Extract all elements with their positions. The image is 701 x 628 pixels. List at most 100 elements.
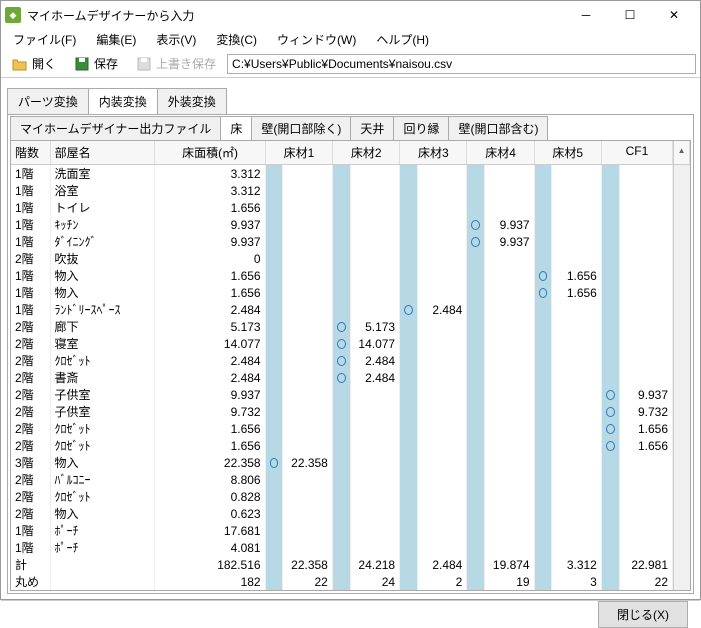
table-row[interactable]: 2階物入0.623 <box>11 505 690 522</box>
table-row[interactable]: 1階トイレ1.656 <box>11 199 690 216</box>
cell-mat2-value: 5.173 <box>351 318 400 335</box>
cell-mat5-value <box>552 437 601 454</box>
table-row[interactable]: 3階物入22.35822.358 <box>11 454 690 471</box>
table-row[interactable]: 2階子供室9.9379.937 <box>11 386 690 403</box>
close-button[interactable]: 閉じる(X) <box>598 601 688 628</box>
table-row[interactable]: 2階書斎2.4842.484 <box>11 369 690 386</box>
tab-wall-exclude[interactable]: 壁(開口部除く) <box>251 116 351 140</box>
save-button[interactable]: 保存 <box>67 52 125 75</box>
scroll-track[interactable] <box>673 437 690 454</box>
scroll-track[interactable] <box>673 233 690 250</box>
col-header-mat1[interactable]: 床材1 <box>266 141 333 164</box>
table-row[interactable]: 1階ｷｯﾁﾝ9.9379.937 <box>11 216 690 233</box>
tab-output[interactable]: マイホームデザイナー出力ファイル <box>10 116 221 140</box>
menu-view[interactable]: 表示(V) <box>148 29 204 50</box>
table-row[interactable]: 1階ﾗﾝﾄﾞﾘｰｽﾍﾟｰｽ2.4842.484 <box>11 301 690 318</box>
scroll-track[interactable] <box>673 420 690 437</box>
cell-cf-value <box>620 301 673 318</box>
scroll-track[interactable] <box>673 386 690 403</box>
col-header-mat4[interactable]: 床材4 <box>467 141 534 164</box>
col-header-mat3[interactable]: 床材3 <box>400 141 467 164</box>
cell-mat1-mark <box>266 318 284 335</box>
scroll-track[interactable] <box>673 539 690 556</box>
maximize-button[interactable]: ☐ <box>608 1 652 29</box>
cell-mat4-value <box>485 505 534 522</box>
scroll-track[interactable] <box>673 335 690 352</box>
tab-ceiling[interactable]: 天井 <box>350 116 394 140</box>
cell-floor: 1階 <box>11 522 51 539</box>
cell-cf-mark <box>602 539 620 556</box>
table-row[interactable]: 1階物入1.6561.656 <box>11 284 690 301</box>
scroll-track[interactable] <box>673 165 690 182</box>
scroll-track[interactable] <box>673 318 690 335</box>
table-row[interactable]: 2階ﾊﾞﾙｺﾆｰ8.806 <box>11 471 690 488</box>
scroll-track[interactable] <box>673 369 690 386</box>
menu-edit[interactable]: 編集(E) <box>88 29 144 50</box>
minimize-button[interactable]: ─ <box>564 1 608 29</box>
scroll-track[interactable] <box>673 199 690 216</box>
table-row[interactable]: 2階ｸﾛｾﾞｯﾄ0.828 <box>11 488 690 505</box>
tab-floor[interactable]: 床 <box>220 116 252 140</box>
table-row[interactable]: 2階廊下5.1735.173 <box>11 318 690 335</box>
scroll-track[interactable] <box>673 301 690 318</box>
menu-window[interactable]: ウィンドウ(W) <box>269 29 364 50</box>
scroll-track[interactable] <box>673 284 690 301</box>
scroll-track[interactable] <box>673 573 690 590</box>
scroll-track[interactable] <box>673 488 690 505</box>
tab-exterior[interactable]: 外装変換 <box>157 88 227 114</box>
table-row[interactable]: 2階ｸﾛｾﾞｯﾄ2.4842.484 <box>11 352 690 369</box>
scroll-up-button[interactable]: ▲ <box>673 141 690 164</box>
cell-room <box>51 573 156 590</box>
scroll-track[interactable] <box>673 182 690 199</box>
cell-cf-mark <box>602 250 620 267</box>
scroll-track[interactable] <box>673 556 690 573</box>
table-row[interactable]: 2階子供室9.7329.732 <box>11 403 690 420</box>
tab-parts[interactable]: パーツ変換 <box>7 88 89 114</box>
menu-file[interactable]: ファイル(F) <box>5 29 84 50</box>
scroll-track[interactable] <box>673 267 690 284</box>
tab-wall-include[interactable]: 壁(開口部含む) <box>448 116 548 140</box>
cell-room: ﾎﾟｰﾁ <box>51 539 156 556</box>
scroll-track[interactable] <box>673 454 690 471</box>
table-row[interactable]: 1階ﾎﾟｰﾁ17.681 <box>11 522 690 539</box>
table-row[interactable]: 1階ﾀﾞｲﾆﾝｸﾞ9.9379.937 <box>11 233 690 250</box>
tab-molding[interactable]: 回り縁 <box>393 116 449 140</box>
scroll-track[interactable] <box>673 352 690 369</box>
col-header-mat5[interactable]: 床材5 <box>535 141 602 164</box>
cell-mat2-value <box>351 284 400 301</box>
scroll-track[interactable] <box>673 471 690 488</box>
menu-convert[interactable]: 変換(C) <box>208 29 265 50</box>
table-row[interactable]: 1階浴室3.312 <box>11 182 690 199</box>
table-row[interactable]: 計182.51622.35824.2182.48419.8743.31222.9… <box>11 556 690 573</box>
scroll-track[interactable] <box>673 403 690 420</box>
path-input[interactable] <box>227 54 696 74</box>
table-row[interactable]: 1階物入1.6561.656 <box>11 267 690 284</box>
table-row[interactable]: 1階洗面室3.312 <box>11 165 690 182</box>
scroll-track[interactable] <box>673 505 690 522</box>
open-button[interactable]: 開く <box>5 52 63 75</box>
cell-mat3-value <box>418 488 467 505</box>
cell-mat3-value <box>418 182 467 199</box>
table-row[interactable]: 丸め1822224219322 <box>11 573 690 590</box>
scroll-track[interactable] <box>673 522 690 539</box>
col-header-area[interactable]: 床面積(㎡) <box>155 141 266 164</box>
close-window-button[interactable]: ✕ <box>652 1 696 29</box>
scroll-track[interactable] <box>673 250 690 267</box>
table-row[interactable]: 2階ｸﾛｾﾞｯﾄ1.6561.656 <box>11 437 690 454</box>
table-row[interactable]: 1階ﾎﾟｰﾁ4.081 <box>11 539 690 556</box>
menu-help[interactable]: ヘルプ(H) <box>368 29 437 50</box>
col-header-room[interactable]: 部屋名 <box>51 141 156 164</box>
col-header-floor[interactable]: 階数 <box>11 141 51 164</box>
col-header-mat2[interactable]: 床材2 <box>333 141 400 164</box>
cell-cf-value <box>620 318 673 335</box>
table-row[interactable]: 2階ｸﾛｾﾞｯﾄ1.6561.656 <box>11 420 690 437</box>
cell-mat3-value <box>418 216 467 233</box>
col-header-cf1[interactable]: CF1 <box>602 141 673 164</box>
data-grid[interactable]: 階数 部屋名 床面積(㎡) 床材1 床材2 床材3 床材4 床材5 CF1 ▲ … <box>10 140 691 591</box>
table-row[interactable]: 2階吹抜0 <box>11 250 690 267</box>
cell-mat3-mark <box>400 250 418 267</box>
scroll-track[interactable] <box>673 216 690 233</box>
table-row[interactable]: 2階寝室14.07714.077 <box>11 335 690 352</box>
tab-interior[interactable]: 内装変換 <box>88 88 158 114</box>
cell-mat3-mark <box>400 233 418 250</box>
